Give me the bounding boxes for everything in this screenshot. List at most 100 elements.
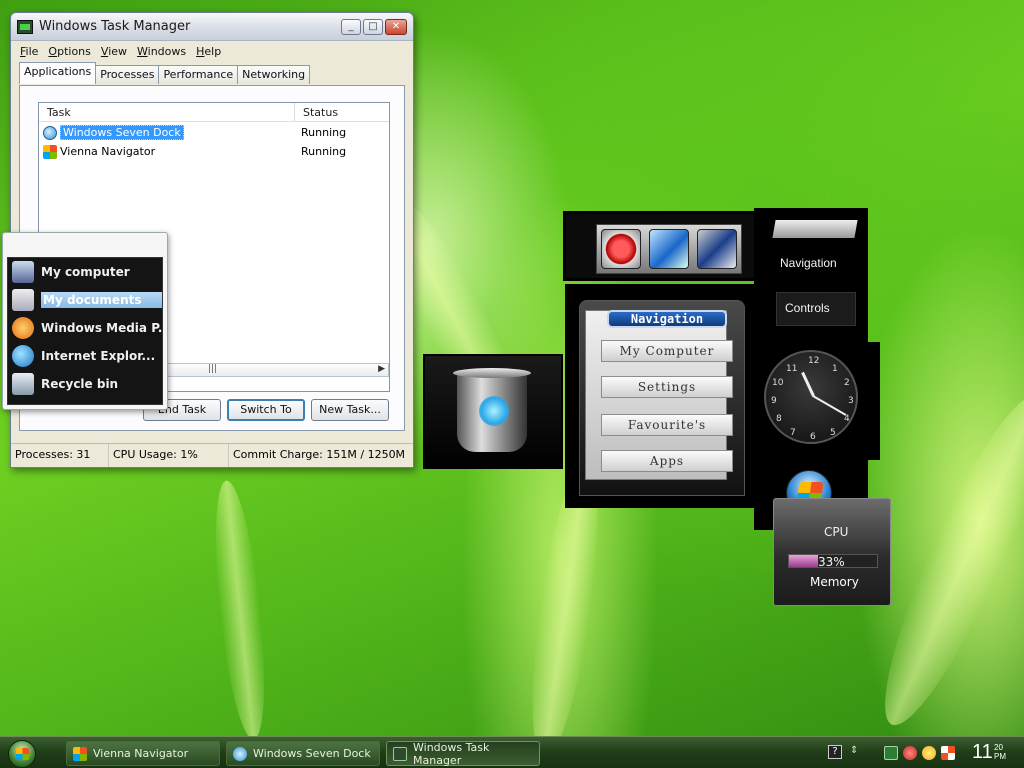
menu-help[interactable]: Help (191, 45, 226, 58)
clock-gadget[interactable]: 12 1 2 3 4 5 6 7 8 9 10 11 (754, 342, 880, 460)
column-status[interactable]: Status (295, 103, 389, 121)
clock-ampm: PM (994, 752, 1006, 761)
taskbar-button-seven-dock[interactable]: Windows Seven Dock (226, 741, 380, 766)
navigator-panel: Navigation My Computer Settings Favourit… (565, 284, 759, 508)
hour-hand (801, 371, 815, 397)
navigator-side-tabs: Navigation Controls (754, 208, 868, 344)
horizontal-scrollbar[interactable]: ||| ▶ (159, 363, 389, 377)
dock-item-my-documents[interactable]: My documents (8, 286, 162, 314)
menu-bar: File Options View Windows Help (11, 41, 413, 61)
task-status: Running (301, 126, 347, 139)
window-title: Windows Task Manager (39, 19, 191, 34)
dock-app-icon (233, 746, 247, 761)
menu-view[interactable]: View (96, 45, 132, 58)
clock-number: 11 (786, 364, 798, 374)
favourites-button[interactable]: Favourite's (601, 414, 733, 436)
memory-percent: 33% (818, 555, 845, 569)
taskbar-button-label: Vienna Navigator (93, 747, 189, 760)
tab-navigation[interactable]: Navigation (780, 256, 837, 270)
status-processes: Processes: 31 (11, 444, 109, 467)
clock-minutes: 20 (994, 743, 1003, 752)
new-task-button[interactable]: New Task... (311, 399, 389, 421)
power-icon[interactable] (601, 229, 641, 269)
memory-bar-fill (789, 555, 819, 567)
table-row[interactable]: Vienna Navigator Running (39, 143, 389, 160)
task-name: Windows Seven Dock (60, 125, 184, 140)
security-alert-icon[interactable] (903, 746, 917, 760)
documents-icon (12, 289, 34, 311)
cpu-meter-gadget: CPU 33% Memory (773, 498, 891, 606)
tab-processes[interactable]: Processes (95, 65, 160, 84)
minimize-button[interactable]: _ (341, 18, 361, 35)
dock-item-my-computer[interactable]: My computer (8, 258, 162, 286)
taskbar-clock-hour[interactable]: 11 (972, 741, 993, 764)
dock-item-media-player[interactable]: Windows Media P... (8, 314, 162, 342)
dock-item-label: My documents (41, 292, 162, 308)
clock-number: 3 (848, 396, 854, 406)
recycle-symbol-icon (479, 396, 509, 426)
recycle-bin-gadget[interactable] (423, 354, 563, 469)
switch-to-button[interactable]: Switch To (227, 399, 305, 421)
navigator-toolbar (563, 211, 759, 281)
maximize-button[interactable]: □ (363, 18, 383, 35)
start-button[interactable] (8, 740, 36, 768)
tab-strip: Applications Processes Performance Netwo… (19, 62, 311, 84)
dock-app-icon (43, 125, 57, 140)
battery-icon[interactable] (884, 746, 898, 760)
settings-button[interactable]: Settings (601, 376, 733, 398)
dock-item-internet-explorer[interactable]: Internet Explor... (8, 342, 162, 370)
analog-clock: 12 1 2 3 4 5 6 7 8 9 10 11 (764, 350, 858, 444)
apps-button[interactable]: Apps (601, 450, 733, 472)
task-status: Running (301, 145, 347, 158)
close-button[interactable]: ✕ (385, 18, 407, 35)
clock-number: 10 (772, 378, 784, 388)
window-icon[interactable] (649, 229, 689, 269)
dock-item-label: Internet Explor... (41, 349, 156, 363)
shield-icon[interactable] (697, 229, 737, 269)
tab-applications[interactable]: Applications (19, 62, 97, 84)
taskbar-button-label: Windows Seven Dock (253, 747, 371, 760)
menu-file[interactable]: File (15, 45, 43, 58)
clock-number: 12 (808, 356, 820, 366)
dock-item-label: Windows Media P... (41, 321, 162, 335)
dock-item-label: Recycle bin (41, 377, 119, 391)
computer-icon (12, 261, 34, 283)
tray-expand-icon[interactable]: ⇕ (850, 745, 862, 759)
clock-number: 8 (776, 414, 782, 424)
menu-options[interactable]: Options (43, 45, 95, 58)
scroll-grip-icon: ||| (208, 364, 218, 374)
clock-number: 1 (832, 364, 838, 374)
clock-number: 9 (771, 396, 777, 406)
task-manager-icon (17, 19, 33, 34)
menu-windows[interactable]: Windows (132, 45, 191, 58)
taskbar-clock-minutes[interactable]: 20 PM (994, 743, 1006, 761)
minute-hand (812, 395, 847, 416)
tab-controls[interactable]: Controls (785, 301, 830, 315)
table-row[interactable]: Windows Seven Dock Running (39, 124, 389, 141)
scroll-right-icon[interactable]: ▶ (378, 364, 385, 374)
my-computer-button[interactable]: My Computer (601, 340, 733, 362)
tab-networking[interactable]: Networking (237, 65, 311, 84)
media-player-icon (12, 317, 34, 339)
task-list-header: Task Status (39, 103, 389, 122)
help-icon[interactable]: ? (828, 745, 842, 759)
clock-number: 5 (830, 428, 836, 438)
title-bar[interactable]: Windows Task Manager _ □ ✕ (11, 13, 413, 41)
taskbar-button-vienna-navigator[interactable]: Vienna Navigator (66, 741, 220, 766)
messenger-icon[interactable] (922, 746, 936, 760)
taskbar-button-label: Windows Task Manager (413, 740, 490, 767)
clock-number: 7 (790, 428, 796, 438)
side-strip (772, 220, 858, 238)
cpu-label: CPU (824, 525, 849, 539)
seven-dock-popup: My computer My documents Windows Media P… (2, 232, 168, 410)
dock-list: My computer My documents Windows Media P… (7, 257, 163, 405)
status-cpu: CPU Usage: 1% (109, 444, 229, 467)
network-icon[interactable] (941, 746, 955, 760)
tab-performance[interactable]: Performance (158, 65, 239, 84)
status-commit: Commit Charge: 151M / 1250M (233, 448, 406, 461)
status-bar: Processes: 31 CPU Usage: 1% Commit Charg… (11, 443, 413, 467)
column-task[interactable]: Task (39, 103, 295, 121)
dock-item-recycle-bin[interactable]: Recycle bin (8, 370, 162, 398)
taskbar-button-task-manager[interactable]: Windows Task Manager (386, 740, 540, 767)
navigation-header: Navigation (607, 310, 727, 328)
